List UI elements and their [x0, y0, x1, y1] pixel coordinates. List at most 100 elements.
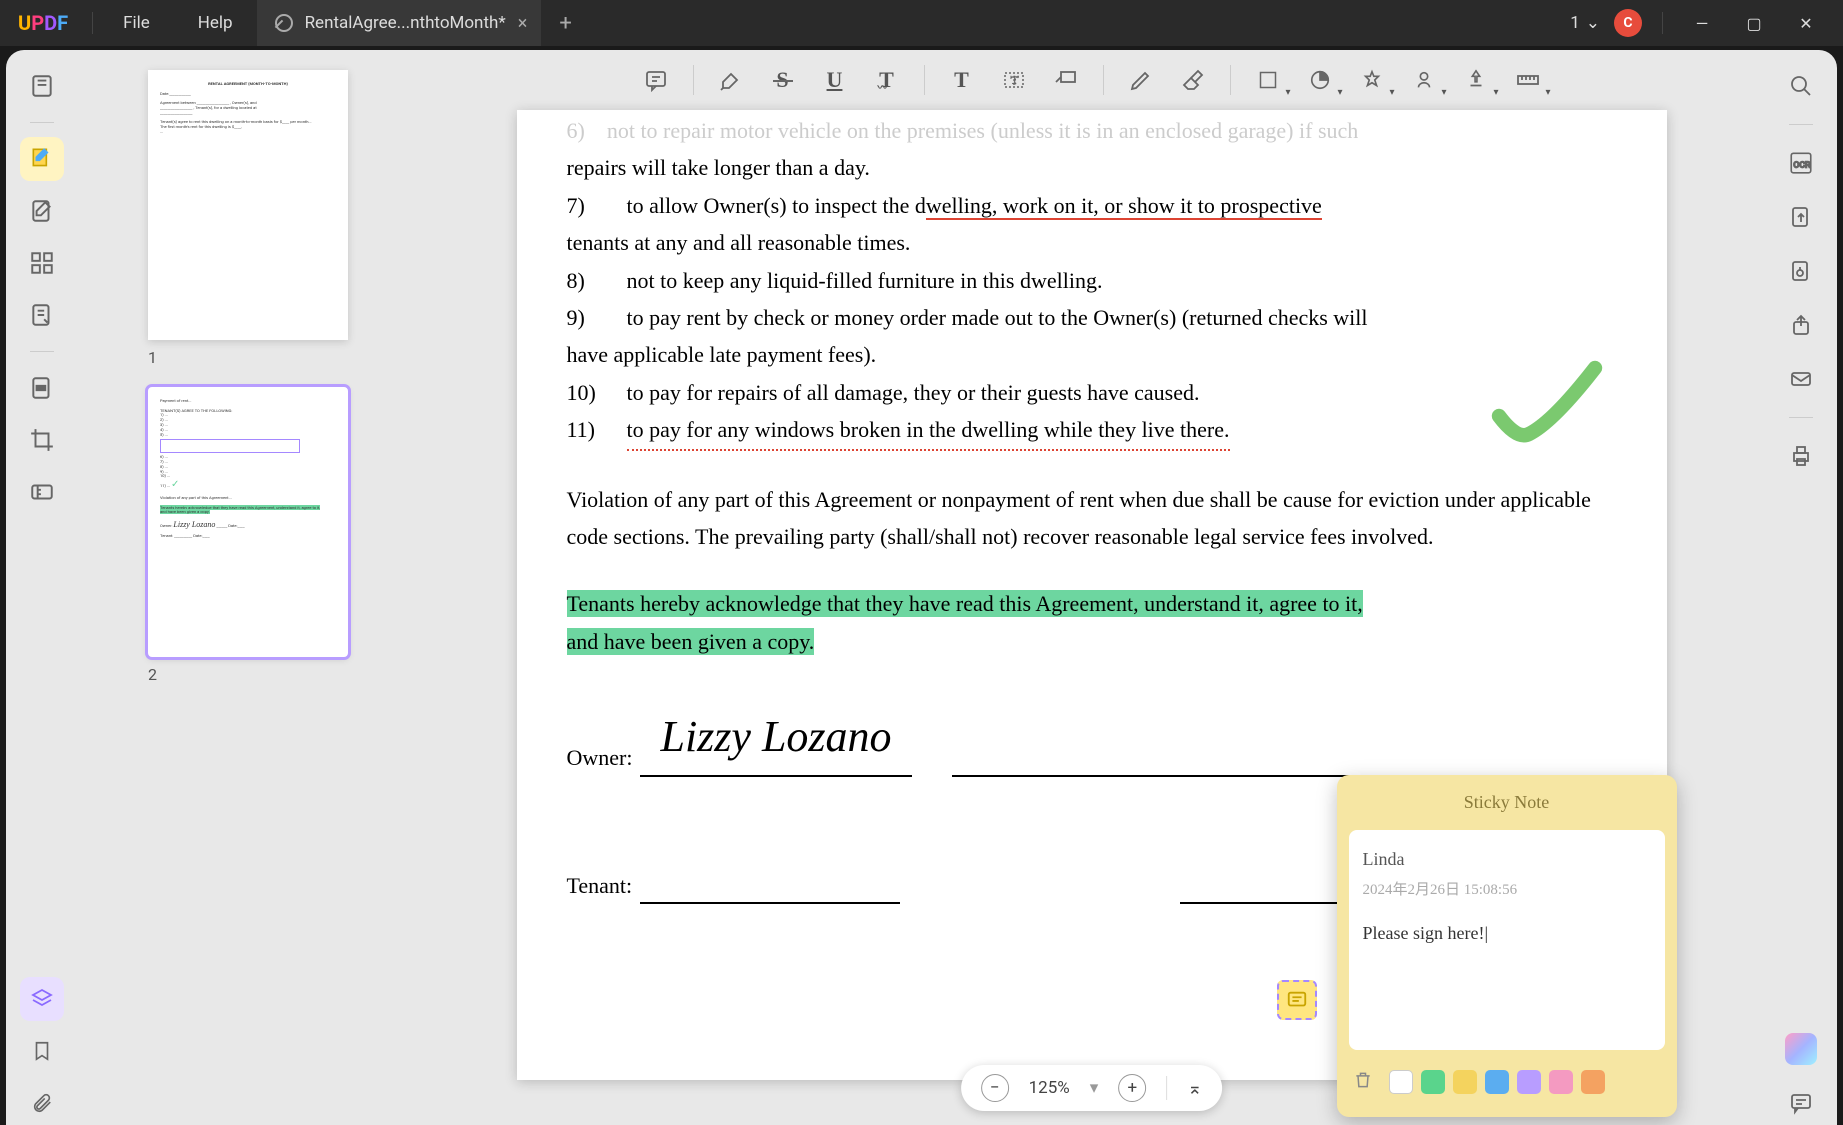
annotation-toolbar: S U T〰 T T ▾ ▾ — [418, 50, 1765, 110]
sticky-author: Linda — [1363, 844, 1651, 875]
color-yellow[interactable] — [1453, 1070, 1477, 1094]
close-window-button[interactable]: ✕ — [1787, 14, 1825, 33]
text-comment-tool-icon[interactable]: T — [937, 58, 987, 102]
sticker-tool-icon[interactable]: ▾ — [1295, 58, 1345, 102]
comments-panel-icon[interactable] — [1779, 1081, 1823, 1125]
trash-icon[interactable] — [1353, 1064, 1373, 1101]
thumbnail-wrapper: RENTAL AGREEMENT (MONTH-TO-MONTH) Date:_… — [148, 70, 348, 367]
menu-file[interactable]: File — [99, 13, 174, 33]
new-tab-button[interactable]: + — [541, 11, 589, 36]
compress-icon[interactable] — [20, 470, 64, 514]
tab-close-icon[interactable]: × — [518, 13, 528, 34]
tab-doc-icon — [275, 14, 293, 32]
minimize-button[interactable]: — — [1683, 14, 1721, 33]
convert-icon[interactable] — [1779, 195, 1823, 239]
comment-tool-icon[interactable] — [20, 137, 64, 181]
redact-icon[interactable] — [20, 366, 64, 410]
sticky-note-popup[interactable]: Sticky Note Linda 2024年2月26日 15:08:56 Pl… — [1337, 775, 1677, 1117]
chevron-down-icon: ⌄ — [1586, 13, 1600, 33]
sticky-note-title: Sticky Note — [1337, 775, 1677, 830]
sticky-content-input[interactable]: Please sign here! — [1363, 918, 1651, 949]
color-blue[interactable] — [1485, 1070, 1509, 1094]
thumb-preview: Payment of rent... TENANT(S) AGREE TO TH… — [148, 387, 348, 657]
thumbnail-panel: RENTAL AGREEMENT (MONTH-TO-MONTH) Date:_… — [78, 50, 418, 1125]
attachment-tool-icon[interactable]: ▾ — [1451, 58, 1501, 102]
item-text: to pay rent by check or money order made… — [627, 299, 1368, 336]
maximize-button[interactable]: ▢ — [1735, 14, 1773, 33]
titlebar-right: 1 ⌄ C — ▢ ✕ — [1570, 9, 1843, 37]
svg-text:T: T — [1011, 73, 1019, 87]
strikethrough-tool-icon[interactable]: S — [758, 58, 808, 102]
menu-help[interactable]: Help — [174, 13, 257, 33]
stamp-tool-icon[interactable]: ▾ — [1347, 58, 1397, 102]
separator — [1166, 1076, 1167, 1100]
item-number: 11) — [567, 411, 627, 450]
zoom-dropdown-icon[interactable]: ▾ — [1090, 1078, 1099, 1098]
highlight-tool-icon[interactable] — [706, 58, 756, 102]
underlined-text: welling, work on it, or show it to prosp… — [926, 193, 1322, 220]
item-number: 7) — [567, 187, 627, 224]
search-icon[interactable] — [1779, 64, 1823, 108]
document-tab[interactable]: RentalAgree...nthtoMonth* × — [257, 0, 542, 46]
checkmark-annotation[interactable] — [1487, 360, 1607, 460]
sticky-note-body: Linda 2024年2月26日 15:08:56 Please sign he… — [1349, 830, 1665, 1050]
reader-mode-icon[interactable] — [20, 64, 64, 108]
color-white[interactable] — [1389, 1070, 1413, 1094]
eraser-tool-icon[interactable] — [1168, 58, 1218, 102]
layers-icon[interactable] — [20, 977, 64, 1021]
squiggly-tool-icon[interactable]: T〰 — [862, 58, 912, 102]
ai-assistant-icon[interactable] — [1779, 1027, 1823, 1071]
sticky-footer — [1337, 1050, 1677, 1105]
logo-u: U — [18, 11, 31, 35]
form-field-icon[interactable] — [20, 293, 64, 337]
save-as-icon[interactable] — [1779, 249, 1823, 293]
user-avatar[interactable]: C — [1614, 9, 1642, 37]
doc-line: repairs will take longer than a day. — [567, 149, 1617, 186]
organize-pages-icon[interactable] — [20, 241, 64, 285]
color-orange[interactable] — [1581, 1070, 1605, 1094]
attachment-icon[interactable] — [20, 1081, 64, 1125]
owner-signature: Lizzy Lozano — [660, 712, 891, 761]
fit-page-icon[interactable]: ⌅ — [1187, 1078, 1202, 1099]
item-text: to pay for repairs of all damage, they o… — [627, 374, 1200, 411]
signature-tool-icon[interactable]: ▾ — [1399, 58, 1449, 102]
textbox-tool-icon[interactable]: T — [989, 58, 1039, 102]
zoom-in-button[interactable]: + — [1118, 1074, 1146, 1102]
logo-f: F — [57, 11, 68, 35]
view-count-value: 1 — [1570, 13, 1580, 33]
bookmark-icon[interactable] — [20, 1029, 64, 1073]
svg-text:OCR: OCR — [1793, 160, 1811, 170]
pencil-tool-icon[interactable] — [1116, 58, 1166, 102]
callout-tool-icon[interactable] — [1041, 58, 1091, 102]
edit-pdf-icon[interactable] — [20, 189, 64, 233]
doc-line: tenants at any and all reasonable times. — [567, 224, 1617, 261]
color-pink[interactable] — [1549, 1070, 1573, 1094]
ocr-icon[interactable]: OCR — [1779, 141, 1823, 185]
separator — [924, 65, 925, 95]
sticky-date: 2024年2月26日 15:08:56 — [1363, 878, 1651, 904]
view-count-dropdown[interactable]: 1 ⌄ — [1570, 13, 1600, 33]
sticky-note-tool-icon[interactable] — [631, 58, 681, 102]
email-icon[interactable] — [1779, 357, 1823, 401]
sticky-note-marker[interactable] — [1277, 980, 1317, 1020]
print-icon[interactable] — [1779, 434, 1823, 478]
titlebar: UPDF File Help RentalAgree...nthtoMonth*… — [0, 0, 1843, 46]
item-number: 9) — [567, 299, 627, 336]
underline-tool-icon[interactable]: U — [810, 58, 860, 102]
separator — [1789, 124, 1813, 125]
thumb-preview: RENTAL AGREEMENT (MONTH-TO-MONTH) Date:_… — [148, 70, 348, 340]
highlight-span: Tenants hereby acknowledge that they hav… — [567, 590, 1363, 617]
color-purple[interactable] — [1517, 1070, 1541, 1094]
share-icon[interactable] — [1779, 303, 1823, 347]
measure-tool-icon[interactable]: ▾ — [1503, 58, 1553, 102]
document-page[interactable]: 6) not to repair motor vehicle on the pr… — [517, 110, 1667, 1080]
left-rail — [6, 50, 78, 1125]
color-green[interactable] — [1421, 1070, 1445, 1094]
item-number: 8) — [567, 262, 627, 299]
zoom-out-button[interactable]: − — [981, 1074, 1009, 1102]
shape-tool-icon[interactable]: ▾ — [1243, 58, 1293, 102]
document-area: S U T〰 T T ▾ ▾ — [418, 50, 1765, 1125]
page-thumbnail-1[interactable]: RENTAL AGREEMENT (MONTH-TO-MONTH) Date:_… — [148, 70, 348, 340]
crop-icon[interactable] — [20, 418, 64, 462]
page-thumbnail-2[interactable]: Payment of rent... TENANT(S) AGREE TO TH… — [148, 387, 348, 657]
